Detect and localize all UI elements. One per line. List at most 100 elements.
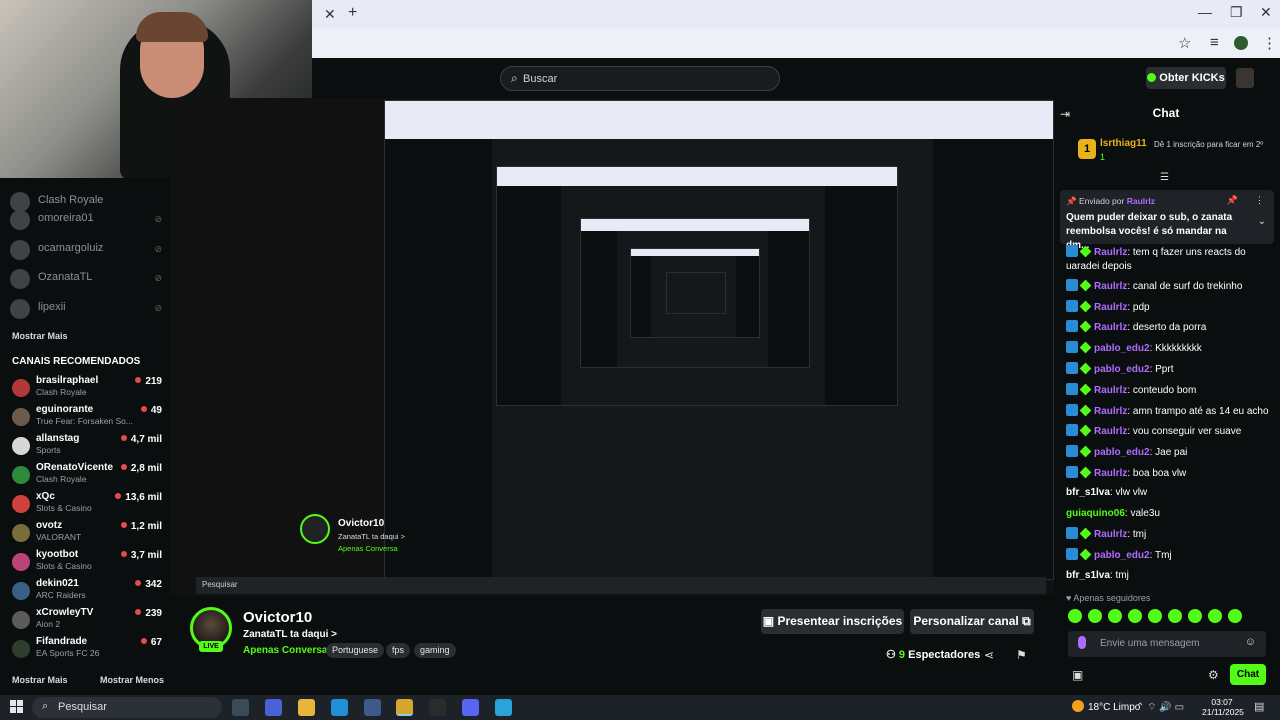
sidebar-item-followed[interactable]: omoreira01 ⊘ (10, 208, 168, 232)
chat-message-input[interactable]: Envie uma mensagem ☺ (1068, 631, 1266, 657)
emote-icon[interactable] (1148, 609, 1162, 623)
followers-only-note: ♥ Apenas seguidores (1066, 593, 1150, 603)
new-tab-icon[interactable]: + (348, 4, 357, 22)
volume-icon: 🔊 (1159, 702, 1172, 713)
emoji-icon[interactable]: ☺ (1245, 636, 1256, 648)
chat-username[interactable]: Raulrlz (1094, 322, 1127, 333)
share-icon[interactable]: ⋖ (984, 648, 994, 662)
recommended-channel[interactable]: xCrowleyTV Aion 2 239 (12, 607, 162, 637)
recommended-channel[interactable]: ovotz VALORANT 1,2 mil (12, 520, 162, 550)
gift-subs-button[interactable]: ▣ Presentear inscrições (761, 609, 904, 634)
chat-username[interactable]: Raulrlz (1094, 302, 1127, 313)
recommended-channel[interactable]: ORenatoVicente Clash Royale 2,8 mil (12, 462, 162, 492)
chrome-icon[interactable] (396, 699, 413, 716)
emote-icon[interactable] (1108, 609, 1122, 623)
subscriber-badge-icon (1066, 548, 1078, 560)
tag-gaming[interactable]: gaming (414, 643, 456, 658)
browser-tab-strip: ✕ + — ❐ ✕ (312, 0, 1280, 28)
profile-avatar[interactable] (1234, 36, 1248, 50)
taskbar-search[interactable]: ⌕ Pesquisar (32, 697, 222, 718)
get-kicks-button[interactable]: Obter KICKs (1146, 67, 1226, 89)
collapse-chat-icon[interactable]: ⇥ (1060, 107, 1070, 121)
edge-icon[interactable] (331, 699, 348, 716)
sidebar-item-followed[interactable]: lipexii ⊘ (10, 297, 168, 321)
recommended-channel[interactable]: Fifandrade EA Sports FC 26 67 (12, 636, 162, 666)
close-tab-icon[interactable]: ✕ (324, 6, 336, 23)
restore-icon[interactable]: ❐ (1230, 4, 1243, 21)
show-less-button[interactable]: Mostrar Menos (100, 675, 164, 685)
chat-username[interactable]: Raulrlz (1094, 281, 1127, 292)
chat-send-button[interactable]: Chat (1230, 664, 1266, 685)
chat-username[interactable]: Raulrlz (1094, 385, 1127, 396)
emote-icon[interactable] (1188, 609, 1202, 623)
user-avatar[interactable] (1236, 68, 1254, 88)
subscriber-badge-icon (1066, 279, 1078, 291)
followers-only-label: Apenas seguidores (1073, 593, 1151, 603)
show-more-followed-link[interactable]: Mostrar Mais (12, 331, 68, 341)
media-control-icon[interactable]: ≡ (1210, 34, 1219, 51)
channel-game: VALORANT (36, 532, 82, 542)
chat-username[interactable]: Raulrlz (1094, 468, 1127, 479)
chat-username[interactable]: pablo_edu2 (1094, 447, 1150, 458)
emote-icon[interactable] (1088, 609, 1102, 623)
obs-icon[interactable] (429, 699, 446, 716)
emote-icon[interactable] (1068, 609, 1082, 623)
report-icon[interactable]: ⚑ (1016, 648, 1027, 662)
bookmark-star-icon[interactable]: ☆ (1178, 34, 1191, 52)
channel-avatar (12, 553, 30, 571)
stream-category-link[interactable]: Apenas Conversa (243, 645, 327, 656)
show-more-button[interactable]: Mostrar Mais (12, 675, 68, 685)
more-options-icon[interactable]: ⋮ (1255, 195, 1264, 206)
chat-gift-icon[interactable]: ▣ (1072, 668, 1083, 682)
chat-username[interactable]: Raulrlz (1094, 247, 1127, 258)
notification-icon[interactable]: ▤ (1254, 700, 1264, 713)
close-window-icon[interactable]: ✕ (1260, 4, 1272, 21)
recommended-channel[interactable]: dekin021 ARC Raiders 342 (12, 578, 162, 608)
nested-taskbar: Pesquisar (196, 577, 1046, 594)
viewers-number: 9 (898, 649, 906, 661)
minimize-icon[interactable]: — (1198, 4, 1212, 20)
chat-username[interactable]: pablo_edu2 (1094, 364, 1150, 375)
chat-username[interactable]: Raulrlz (1094, 426, 1127, 437)
streamer-name[interactable]: Ovictor10 (243, 609, 312, 626)
weather-widget[interactable]: 18°C Limpo (1072, 700, 1140, 713)
menu-dots-icon[interactable]: ⋮ (1262, 34, 1277, 52)
emote-icon[interactable] (1228, 609, 1242, 623)
recommended-channel[interactable]: eguinorante True Fear: Forsaken So... 49 (12, 404, 162, 434)
chat-username[interactable]: Raulrlz (1094, 529, 1127, 540)
pinned-toggle-icon[interactable]: ☰ (1160, 172, 1169, 183)
pin-icon[interactable]: 📌 (1227, 195, 1238, 206)
file-explorer-icon[interactable] (298, 699, 315, 716)
channel-viewers: 49 (141, 405, 162, 416)
verified-badge-icon (1079, 548, 1092, 561)
copilot-icon[interactable] (265, 699, 282, 716)
emote-icon[interactable] (1128, 609, 1142, 623)
recommended-channel[interactable]: brasilraphael Clash Royale 219 (12, 375, 162, 405)
system-tray[interactable]: ⌃ ⌔ 🔊 ▭ (1136, 701, 1184, 714)
chat-username[interactable]: bfr_s1lva (1066, 570, 1110, 581)
app-icon[interactable] (495, 699, 512, 716)
recommended-channel[interactable]: kyootbot Slots & Casino 3,7 mil (12, 549, 162, 579)
sidebar-item-followed[interactable]: OzanataTL ⊘ (10, 267, 168, 291)
tag-fps[interactable]: fps (386, 643, 411, 658)
customize-channel-button[interactable]: Personalizar canal ⧉ (910, 609, 1034, 634)
search-input[interactable]: ⌕ Buscar (500, 66, 780, 91)
store-icon[interactable] (364, 699, 381, 716)
sidebar-item-followed[interactable]: ocamargoluiz ⊘ (10, 238, 168, 262)
recommended-channel[interactable]: allanstag Sports 4,7 mil (12, 433, 162, 463)
clock[interactable]: 03:07 21/11/2025 (1202, 697, 1244, 717)
discord-icon[interactable] (462, 699, 479, 716)
chat-username[interactable]: pablo_edu2 (1094, 550, 1150, 561)
tag-portuguese[interactable]: Portuguese (326, 643, 385, 658)
chat-username[interactable]: pablo_edu2 (1094, 343, 1150, 354)
chat-username[interactable]: bfr_s1lva (1066, 487, 1110, 498)
chat-settings-icon[interactable]: ⚙ (1208, 668, 1219, 682)
task-view-icon[interactable] (232, 699, 249, 716)
emote-icon[interactable] (1168, 609, 1182, 623)
chat-username[interactable]: guiaquino06 (1066, 508, 1125, 519)
chat-username[interactable]: Raulrlz (1094, 406, 1127, 417)
windows-start-icon[interactable] (10, 700, 24, 714)
emote-icon[interactable] (1208, 609, 1222, 623)
chevron-down-icon[interactable]: ⌄ (1258, 216, 1266, 227)
recommended-channel[interactable]: xQc Slots & Casino 13,6 mil (12, 491, 162, 521)
